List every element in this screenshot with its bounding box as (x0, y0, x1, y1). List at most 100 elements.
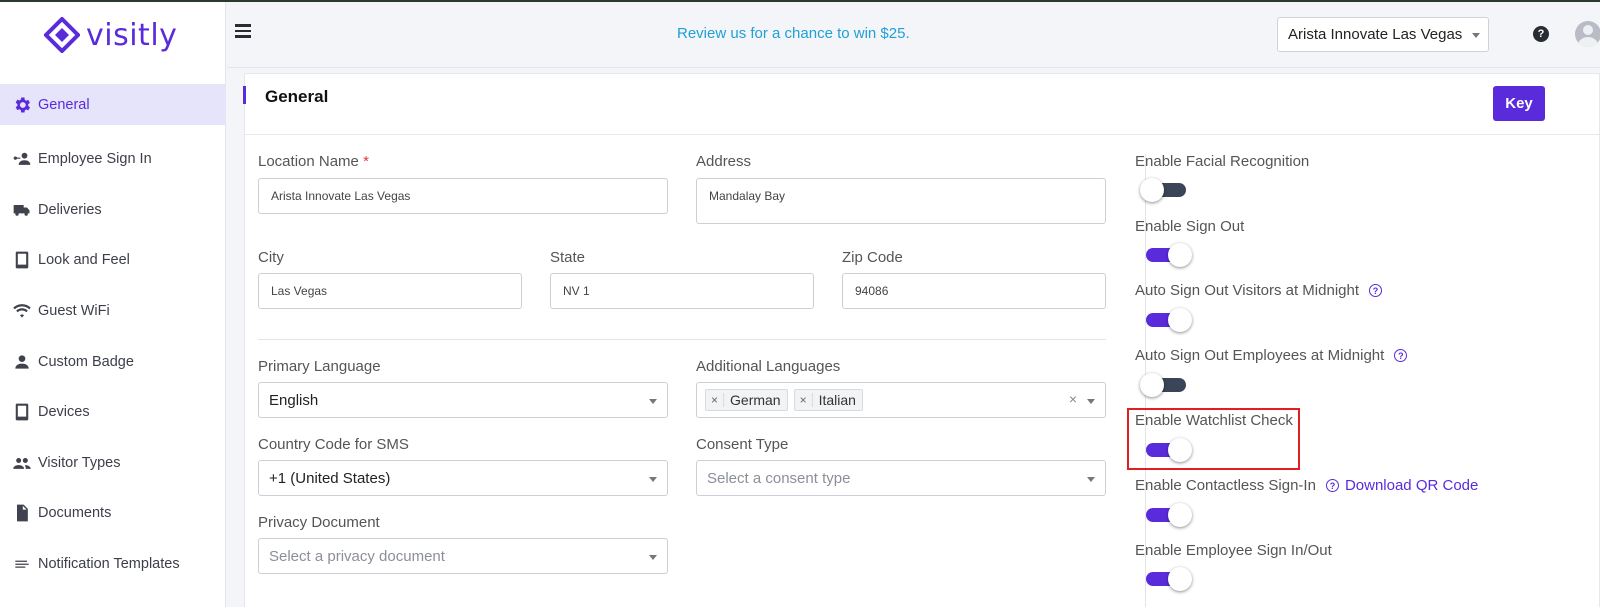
gear-icon (12, 95, 32, 115)
caret-down-icon (1472, 33, 1480, 38)
location-select[interactable]: Arista Innovate Las Vegas (1277, 17, 1489, 52)
sidebar-item-label: Look and Feel (38, 252, 130, 269)
zip-code-label: Zip Code (842, 249, 903, 266)
privacy-document-label: Privacy Document (258, 514, 380, 531)
watchlist-check-toggle[interactable] (1146, 438, 1192, 462)
sidebar-item-custom-badge[interactable]: Custom Badge (0, 336, 226, 387)
sidebar-item-guest-wifi[interactable]: Guest WiFi (0, 286, 226, 337)
employee-sign-in-out-toggle[interactable] (1146, 567, 1192, 591)
privacy-document-select[interactable]: Select a privacy document (258, 538, 668, 574)
sidebar-item-label: Visitor Types (38, 454, 121, 471)
location-name-input[interactable]: Arista Innovate Las Vegas (258, 178, 668, 214)
sidebar-nav: General Employee Sign In Deliveries Look… (0, 84, 226, 589)
question-circle-icon[interactable]: ? (1325, 479, 1339, 492)
sign-out-toggle[interactable] (1146, 243, 1192, 267)
primary-language-label: Primary Language (258, 358, 381, 375)
key-button[interactable]: Key (1493, 86, 1545, 121)
city-label: City (258, 249, 284, 266)
sidebar-item-label: Deliveries (38, 201, 102, 218)
sidebar-item-employee-sign-in[interactable]: Employee Sign In (0, 134, 226, 185)
language-tag: × Italian (793, 389, 863, 411)
auto-sign-out-employees-label: Auto Sign Out Employees at Midnight? (1135, 347, 1408, 364)
sidebar-item-label: Devices (38, 404, 90, 421)
auto-sign-out-visitors-label: Auto Sign Out Visitors at Midnight? (1135, 282, 1383, 299)
download-qr-code-link[interactable]: Download QR Code (1345, 477, 1478, 494)
primary-language-select[interactable]: English (258, 382, 668, 418)
remove-tag-icon[interactable]: × (795, 393, 813, 407)
address-label: Address (696, 153, 752, 170)
address-textarea[interactable]: Mandalay Bay (696, 178, 1106, 224)
title-accent-bar (243, 86, 246, 104)
facial-recognition-label: Enable Facial Recognition (1135, 153, 1310, 170)
sidebar-item-label: Notification Templates (38, 556, 180, 573)
visitly-logo-icon (44, 17, 80, 53)
consent-type-label: Consent Type (696, 436, 789, 453)
state-input[interactable]: NV 1 (550, 273, 814, 309)
sidebar-item-general[interactable]: General (0, 84, 226, 125)
sidebar-item-notification-templates[interactable]: Notification Templates (0, 539, 226, 590)
sidebar-item-label: General (38, 96, 90, 113)
employee-sign-in-out-label: Enable Employee Sign In/Out (1135, 542, 1332, 559)
sidebar-item-documents[interactable]: Documents (0, 488, 226, 539)
auto-sign-out-visitors-toggle[interactable] (1146, 308, 1192, 332)
remove-tag-icon[interactable]: × (706, 393, 725, 407)
tablet-icon (12, 402, 32, 422)
additional-languages-multiselect[interactable]: × German × Italian × (696, 382, 1106, 418)
section-divider (258, 339, 1106, 340)
state-label: State (550, 249, 586, 266)
caret-down-icon (649, 399, 657, 404)
user-avatar[interactable] (1575, 21, 1600, 47)
sidebar-item-label: Guest WiFi (38, 303, 110, 320)
watchlist-check-label: Enable Watchlist Check (1135, 412, 1293, 429)
sidebar-item-look-and-feel[interactable]: Look and Feel (0, 235, 226, 286)
help-icon[interactable]: ? (1533, 26, 1549, 42)
caret-down-icon (649, 555, 657, 560)
person-icon (12, 352, 32, 372)
tablet-icon (12, 250, 32, 270)
caret-down-icon (1087, 477, 1095, 482)
sidebar-item-deliveries[interactable]: Deliveries (0, 185, 226, 236)
card-header: General Key (243, 74, 1599, 135)
review-promo-link[interactable]: Review us for a chance to win $25. (677, 25, 910, 42)
country-code-select[interactable]: +1 (United States) (258, 460, 668, 496)
additional-languages-label: Additional Languages (696, 358, 841, 375)
country-code-value: +1 (United States) (269, 469, 391, 487)
location-name-label: Location Name * (258, 153, 369, 170)
location-select-value: Arista Innovate Las Vegas (1288, 26, 1463, 43)
caret-down-icon (649, 477, 657, 482)
clear-all-icon[interactable]: × (1069, 391, 1077, 407)
contactless-sign-in-label: Enable Contactless Sign-In? Download QR C… (1135, 477, 1479, 494)
required-mark: * (363, 153, 369, 170)
consent-type-select[interactable]: Select a consent type (696, 460, 1106, 496)
question-circle-icon[interactable]: ? (1369, 284, 1383, 297)
sign-out-label: Enable Sign Out (1135, 218, 1245, 235)
sidebar-item-label: Custom Badge (38, 353, 134, 370)
wifi-icon (12, 301, 32, 321)
general-settings-card: General Key (243, 73, 1600, 607)
truck-icon (12, 200, 32, 220)
brand-name: visitly (86, 17, 178, 53)
sidebar-item-label: Employee Sign In (38, 151, 152, 168)
auto-sign-out-employees-toggle[interactable] (1140, 373, 1186, 397)
country-code-label: Country Code for SMS (258, 436, 409, 453)
page-title: General (265, 87, 329, 106)
people-icon (12, 453, 32, 473)
facial-recognition-toggle[interactable] (1140, 178, 1186, 202)
sidebar-item-visitor-types[interactable]: Visitor Types (0, 438, 226, 489)
visitly-logo[interactable]: visitly (44, 17, 177, 53)
contactless-sign-in-toggle[interactable] (1146, 503, 1192, 527)
document-icon (12, 503, 32, 523)
notes-icon (12, 554, 32, 574)
consent-type-placeholder: Select a consent type (707, 469, 851, 487)
city-input[interactable]: Las Vegas (258, 273, 522, 309)
question-circle-icon[interactable]: ? (1394, 349, 1408, 362)
zip-code-input[interactable]: 94086 (842, 273, 1106, 309)
sidebar: visitly General Employee Sign In Deliver… (0, 2, 226, 607)
language-tag: × German (705, 389, 788, 411)
caret-down-icon (1087, 399, 1095, 404)
primary-language-value: English (269, 391, 319, 409)
employee-sign-in-icon (12, 149, 32, 169)
hamburger-menu-icon[interactable] (235, 24, 251, 40)
sidebar-item-devices[interactable]: Devices (0, 387, 226, 438)
privacy-document-placeholder: Select a privacy document (269, 547, 445, 565)
